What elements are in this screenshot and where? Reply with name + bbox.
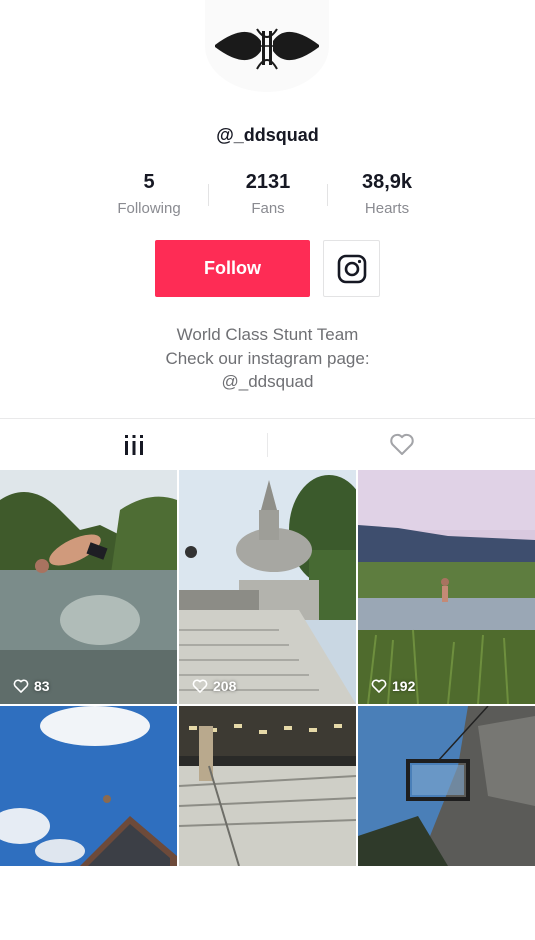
stat-following[interactable]: 5 Following (84, 170, 214, 219)
thumbnail-image (358, 706, 535, 866)
tab-videos[interactable] (0, 419, 267, 471)
instagram-icon (337, 254, 366, 283)
tab-liked[interactable] (268, 419, 535, 471)
instagram-button[interactable] (323, 240, 380, 297)
video-thumbnail[interactable] (179, 706, 356, 940)
thumbnail-image (358, 470, 535, 704)
video-thumbnail[interactable] (0, 706, 177, 940)
stat-value: 2131 (245, 171, 291, 193)
likes-count: 192 (392, 678, 416, 694)
heart-outline-icon (389, 433, 414, 455)
avatar[interactable] (205, 0, 329, 92)
heart-outline-icon (192, 678, 208, 693)
bio-line: World Class Stunt Team (176, 325, 359, 344)
heart-outline-icon (13, 678, 29, 693)
heart-outline-icon (371, 678, 387, 693)
stat-value: 38,9k (361, 171, 413, 193)
grid-icon (124, 435, 143, 455)
video-grid: 83 208 192 (0, 470, 535, 866)
video-likes: 83 (13, 678, 50, 694)
likes-count: 208 (213, 678, 237, 694)
thumbnail-image (0, 470, 177, 704)
video-thumbnail[interactable]: 83 (0, 470, 177, 704)
video-likes: 192 (371, 678, 415, 694)
video-thumbnail[interactable]: 192 (358, 470, 535, 704)
video-thumbnail[interactable]: 208 (179, 470, 356, 704)
video-likes: 208 (192, 678, 236, 694)
thumbnail-image (0, 706, 177, 866)
thumbnail-image (179, 470, 356, 704)
stat-label: Following (117, 200, 181, 217)
stat-label: Fans (251, 200, 285, 217)
stat-hearts[interactable]: 38,9k Hearts (322, 170, 452, 219)
ddsquad-logo (215, 28, 319, 70)
bio-line: Check our instagram page: (165, 348, 370, 368)
stat-value: 5 (143, 171, 155, 193)
stat-fans[interactable]: 2131 Fans (203, 170, 333, 219)
stat-label: Hearts (364, 200, 410, 217)
profile-stats: 5 Following 2131 Fans 38,9k Hearts (0, 170, 535, 226)
thumbnail-image (179, 706, 356, 866)
bio-line: @_ddsquad (221, 372, 314, 391)
profile-tabs (0, 418, 535, 471)
video-thumbnail[interactable] (358, 706, 535, 940)
likes-count: 83 (34, 678, 50, 694)
follow-button[interactable]: Follow (155, 240, 310, 297)
username: @_ddsquad (216, 125, 319, 145)
profile-bio: World Class Stunt Team Check our instagr… (0, 323, 535, 394)
